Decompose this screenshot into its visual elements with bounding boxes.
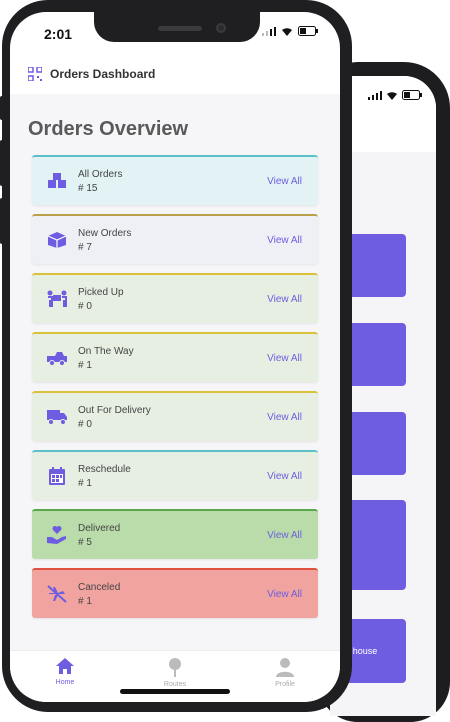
card-count: # 0 (78, 300, 92, 312)
card-text: All Orders # 15 (78, 169, 122, 194)
wifi-icon (387, 91, 397, 100)
order-card-out-for-delivery[interactable]: Out For Delivery # 0 View All (32, 391, 318, 441)
card-text: Out For Delivery # 0 (78, 405, 151, 430)
app-title: Orders Dashboard (50, 67, 156, 81)
card-count: # 1 (78, 359, 92, 371)
battery-icon (298, 26, 318, 36)
card-text: New Orders # 7 (78, 228, 131, 253)
card-text: Reschedule # 1 (78, 464, 131, 489)
mute-switch (0, 96, 5, 120)
background-phone-status-icons (368, 90, 422, 100)
card-label: Picked Up (78, 286, 124, 298)
view-all-link[interactable]: View All (267, 294, 302, 305)
order-card-on-the-way[interactable]: On The Way # 1 View All (32, 332, 318, 382)
order-card-picked-up[interactable]: Picked Up # 0 View All (32, 273, 318, 323)
home-icon (56, 658, 74, 674)
calendar-icon (46, 465, 68, 487)
status-time: 2:01 (44, 26, 73, 42)
main-content: Orders Overview All Orders # 15 View All Ne… (10, 94, 340, 650)
phone-screen: 2:01 Orders Dashboard Orders Overview Al… (10, 12, 340, 702)
signal-icon (368, 90, 382, 100)
card-label: Reschedule (78, 463, 131, 475)
speaker (158, 26, 202, 31)
truck-pickup-icon (46, 347, 68, 369)
view-all-link[interactable]: View All (267, 530, 302, 541)
people-carry-icon (46, 288, 68, 310)
user-icon (276, 658, 294, 677)
card-label: Canceled (78, 581, 121, 593)
order-card-delivered[interactable]: Delivered # 5 View All (32, 509, 318, 559)
order-card-reschedule[interactable]: Reschedule # 1 View All (32, 450, 318, 500)
card-count: # 1 (78, 477, 92, 489)
card-count: # 1 (78, 595, 92, 607)
camera (216, 23, 226, 33)
card-count: # 15 (78, 182, 98, 194)
plane-slash-icon (46, 583, 68, 605)
card-count: # 0 (78, 418, 92, 430)
tab-label: Routes (163, 681, 187, 688)
view-all-link[interactable]: View All (267, 412, 302, 423)
view-all-link[interactable]: View All (267, 589, 302, 600)
signal-icon (262, 26, 276, 36)
view-all-link[interactable]: View All (267, 235, 302, 246)
card-text: Canceled # 1 (78, 582, 120, 607)
card-label: Delivered (78, 522, 121, 534)
order-card-all-orders[interactable]: All Orders # 15 View All (32, 155, 318, 205)
card-count: # 7 (78, 241, 92, 253)
battery-icon (402, 90, 422, 100)
tab-label: Profile (275, 681, 295, 688)
wifi-icon (282, 27, 292, 36)
view-all-link[interactable]: View All (267, 353, 302, 364)
home-indicator (120, 689, 230, 694)
tab-profile[interactable]: Profile (245, 657, 325, 688)
bottom-tab-bar: Home Routes Profile (10, 650, 340, 702)
card-text: On The Way # 1 (78, 346, 134, 371)
tab-label: Home (55, 679, 75, 686)
card-label: Out For Delivery (78, 404, 151, 416)
qr-code-icon[interactable] (28, 67, 42, 81)
view-all-link[interactable]: View All (267, 471, 302, 482)
volume-up-button (0, 140, 5, 186)
tab-routes[interactable]: Routes (135, 657, 215, 688)
card-text: Delivered # 5 (78, 523, 120, 548)
hand-holding-heart-icon (46, 524, 68, 546)
view-all-link[interactable]: View All (267, 176, 302, 187)
truck-moving-icon (46, 406, 68, 428)
card-label: On The Way (78, 345, 134, 357)
order-card-canceled[interactable]: Canceled # 1 View All (32, 568, 318, 618)
card-label: All Orders (78, 168, 123, 180)
map-pin-icon (169, 658, 181, 677)
box-icon (46, 229, 68, 251)
background-phone-side-button (441, 215, 448, 275)
app-bar: Orders Dashboard (10, 54, 340, 94)
page-title: Orders Overview (28, 118, 189, 140)
volume-down-button (0, 198, 5, 244)
card-count: # 5 (78, 536, 92, 548)
card-label: New Orders (78, 227, 132, 239)
status-icons (262, 26, 318, 36)
boxes-icon (46, 170, 68, 192)
order-card-new-orders[interactable]: New Orders # 7 View All (32, 214, 318, 264)
card-text: Picked Up # 0 (78, 287, 124, 312)
tab-home[interactable]: Home (25, 657, 105, 686)
notch (94, 12, 260, 42)
